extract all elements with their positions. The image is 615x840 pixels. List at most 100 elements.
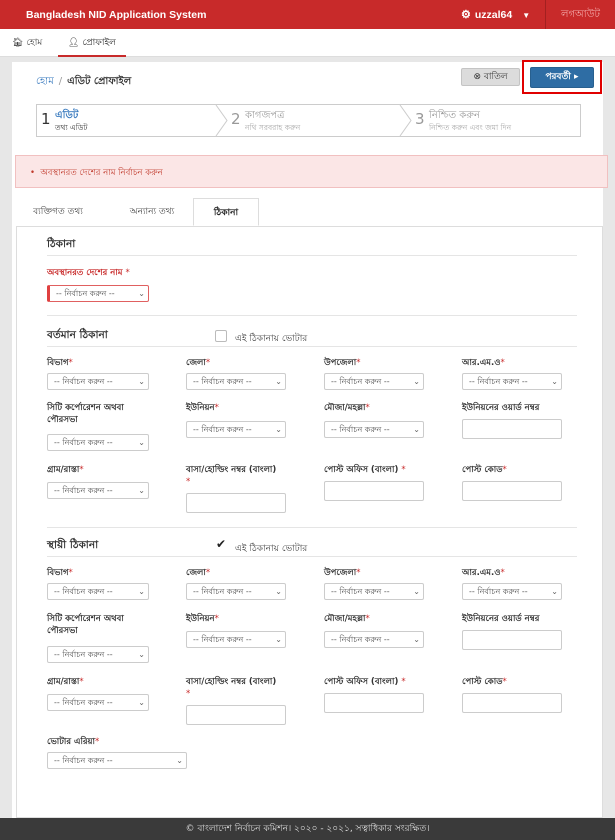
village-label-text: গ্রাম/রাস্তা bbox=[47, 465, 80, 475]
chevron-down-icon: ▼ bbox=[522, 11, 531, 20]
divider bbox=[47, 315, 577, 316]
mouza-select[interactable]: -- নির্বাচন করুন -- ⌄ bbox=[324, 421, 424, 438]
present-voter-checkbox[interactable] bbox=[215, 330, 227, 342]
rmo-select[interactable]: -- নির্বাচন করুন -- ⌄ bbox=[462, 373, 562, 390]
present-voter-checkbox-label: এই ঠিকানায় ভোটার bbox=[235, 334, 308, 344]
step-confirm[interactable]: 3 নিশ্চিত করুন নিশ্চিত করুন এবং জমা দিন bbox=[411, 105, 581, 136]
required-mark: * bbox=[68, 358, 73, 368]
mouza-select[interactable]: -- নির্বাচন করুন -- ⌄ bbox=[324, 631, 424, 648]
chevron-down-icon: ⌄ bbox=[138, 377, 145, 386]
required-mark: * bbox=[356, 568, 361, 578]
union-ward-input[interactable] bbox=[462, 630, 562, 650]
required-mark: * bbox=[125, 268, 130, 278]
chevron-down-icon: ⌄ bbox=[275, 587, 282, 596]
post-code-input[interactable] bbox=[462, 481, 562, 501]
chevron-down-icon: ⌄ bbox=[413, 635, 420, 644]
select-value: -- নির্বাচন করুন -- bbox=[193, 377, 252, 386]
union-select[interactable]: -- নির্বাচন করুন -- ⌄ bbox=[186, 421, 286, 438]
district-label: জেলা* bbox=[186, 567, 210, 579]
step-number: 2 bbox=[231, 110, 241, 128]
chevron-down-icon: ⌄ bbox=[138, 698, 145, 707]
post-code-input[interactable] bbox=[462, 693, 562, 713]
voter-area-label-text: ভোটার এরিয়া bbox=[47, 737, 96, 747]
post-code-label-text: পোস্ট কোড bbox=[462, 677, 503, 687]
select-value: -- নির্বাচন করুন -- bbox=[193, 587, 252, 596]
division-select[interactable]: -- নির্বাচন করুন -- ⌄ bbox=[47, 373, 149, 390]
step-documents[interactable]: 2 কাগজপত্র নথি সরবরাহ করুন bbox=[227, 105, 405, 136]
district-select[interactable]: -- নির্বাচন করুন -- ⌄ bbox=[186, 583, 286, 600]
voter-area-select[interactable]: -- নির্বাচন করুন -- ⌄ bbox=[47, 752, 187, 769]
country-label: অবস্থানরত দেশের নাম * bbox=[47, 267, 130, 279]
select-value: -- নির্বাচন করুন -- bbox=[469, 587, 528, 596]
tab-other-info[interactable]: অন্যান্য তথ্য bbox=[112, 198, 192, 226]
select-value: -- নির্বাচন করুন -- bbox=[331, 587, 390, 596]
city-corp-label: সিটি কর্পোরেশন অথবা পৌরসভা bbox=[47, 402, 157, 426]
division-select[interactable]: -- নির্বাচন করুন -- ⌄ bbox=[47, 583, 149, 600]
page-footer: © বাংলাদেশ নির্বাচন কমিশন। ২০২০ - ২০২১, … bbox=[0, 818, 615, 840]
post-office-label-text: পোস্ট অফিস (বাংলা) bbox=[324, 465, 399, 475]
tab-home[interactable]: 🏠︎ হোম bbox=[12, 29, 42, 57]
house-input[interactable] bbox=[186, 493, 286, 513]
required-mark: * bbox=[401, 677, 406, 687]
top-navbar: Bangladesh NID Application System ⚙ uzzal… bbox=[0, 0, 615, 29]
district-select[interactable]: -- নির্বাচন করুন -- ⌄ bbox=[186, 373, 286, 390]
page-tabs: 🏠︎ হোম 👤︎ প্রোফাইল bbox=[0, 29, 615, 57]
upazila-select[interactable]: -- নির্বাচন করুন -- ⌄ bbox=[324, 583, 424, 600]
user-icon: 👤︎ bbox=[68, 38, 80, 48]
country-label-text: অবস্থানরত দেশের নাম bbox=[47, 268, 123, 278]
union-ward-label: ইউনিয়নের ওয়ার্ড নম্বর bbox=[462, 613, 539, 625]
city-corp-label-text: সিটি কর্পোরেশন অথবা পৌরসভা bbox=[47, 614, 124, 636]
house-input[interactable] bbox=[186, 705, 286, 725]
app-title[interactable]: Bangladesh NID Application System bbox=[26, 9, 206, 21]
country-select[interactable]: -- নির্বাচন করুন -- ⌄ bbox=[47, 285, 149, 302]
divider bbox=[47, 255, 577, 256]
tab-profile[interactable]: 👤︎ প্রোফাইল bbox=[58, 29, 126, 57]
cancel-button[interactable]: ⊗ বাতিল bbox=[461, 68, 520, 86]
union-ward-label-text: ইউনিয়নের ওয়ার্ড নম্বর bbox=[462, 403, 540, 413]
village-select[interactable]: -- নির্বাচন করুন -- ⌄ bbox=[47, 482, 149, 499]
caret-right-icon: ▸ bbox=[574, 72, 579, 82]
union-ward-input[interactable] bbox=[462, 419, 562, 439]
divider bbox=[47, 527, 577, 528]
breadcrumb-home[interactable]: হোম bbox=[36, 76, 54, 87]
chevron-down-icon: ⌄ bbox=[275, 635, 282, 644]
village-label-text: গ্রাম/রাস্তা bbox=[47, 677, 80, 687]
upazila-select[interactable]: -- নির্বাচন করুন -- ⌄ bbox=[324, 373, 424, 390]
city-corp-select[interactable]: -- নির্বাচন করুন -- ⌄ bbox=[47, 434, 149, 451]
breadcrumb-current: এডিট প্রোফাইল bbox=[67, 76, 132, 87]
select-value: -- নির্বাচন করুন -- bbox=[54, 377, 113, 386]
section-title: ঠিকানা bbox=[47, 238, 76, 250]
select-value: -- নির্বাচন করুন -- bbox=[469, 377, 528, 386]
union-select[interactable]: -- নির্বাচন করুন -- ⌄ bbox=[186, 631, 286, 648]
tab-personal-info[interactable]: ব্যক্তিগত তথ্য bbox=[22, 198, 94, 226]
chevron-down-icon: ⌄ bbox=[138, 587, 145, 596]
required-mark: * bbox=[186, 689, 191, 699]
required-mark: * bbox=[502, 677, 507, 687]
required-mark: * bbox=[205, 358, 211, 368]
union-label: ইউনিয়ন* bbox=[186, 402, 219, 414]
address-form: ঠিকানা অবস্থানরত দেশের নাম * -- নির্বাচন… bbox=[16, 226, 603, 818]
checkmark-icon[interactable]: ✔ bbox=[216, 537, 226, 551]
rmo-select[interactable]: -- নির্বাচন করুন -- ⌄ bbox=[462, 583, 562, 600]
select-value: -- নির্বাচন করুন -- bbox=[193, 425, 252, 434]
next-button[interactable]: পরবর্তী ▸ bbox=[530, 67, 594, 88]
required-mark: * bbox=[214, 403, 219, 413]
tab-home-label: হোম bbox=[26, 38, 43, 48]
house-label-text: বাসা/হোল্ডিং নম্বর (বাংলা) bbox=[186, 677, 277, 687]
user-menu[interactable]: ⚙ uzzal64 ▼ bbox=[461, 8, 530, 21]
logout-link[interactable]: লগআউট bbox=[545, 0, 615, 29]
tab-address[interactable]: ঠিকানা bbox=[193, 198, 259, 226]
main-card: হোম / এডিট প্রোফাইল ⊗ বাতিল পরবর্তী ▸ 1 এড… bbox=[12, 60, 608, 818]
post-office-input[interactable] bbox=[324, 693, 424, 713]
chevron-down-icon: ⌄ bbox=[138, 486, 145, 495]
union-label-text: ইউনিয়ন bbox=[186, 403, 215, 413]
progress-stepper: 1 এডিট তথ্য এডিট 2 কাগজপত্র নথি সরবরাহ ক… bbox=[36, 104, 581, 137]
union-label: ইউনিয়ন* bbox=[186, 613, 219, 625]
post-office-input[interactable] bbox=[324, 481, 424, 501]
step-edit[interactable]: 1 এডিট তথ্য এডিট bbox=[37, 105, 217, 136]
village-select[interactable]: -- নির্বাচন করুন -- ⌄ bbox=[47, 694, 149, 711]
city-corp-select[interactable]: -- নির্বাচন করুন -- ⌄ bbox=[47, 646, 149, 663]
close-circle-icon: ⊗ bbox=[473, 72, 481, 82]
rmo-label-text: আর.এম.ও bbox=[462, 358, 501, 368]
division-label: বিভাগ* bbox=[47, 567, 73, 579]
